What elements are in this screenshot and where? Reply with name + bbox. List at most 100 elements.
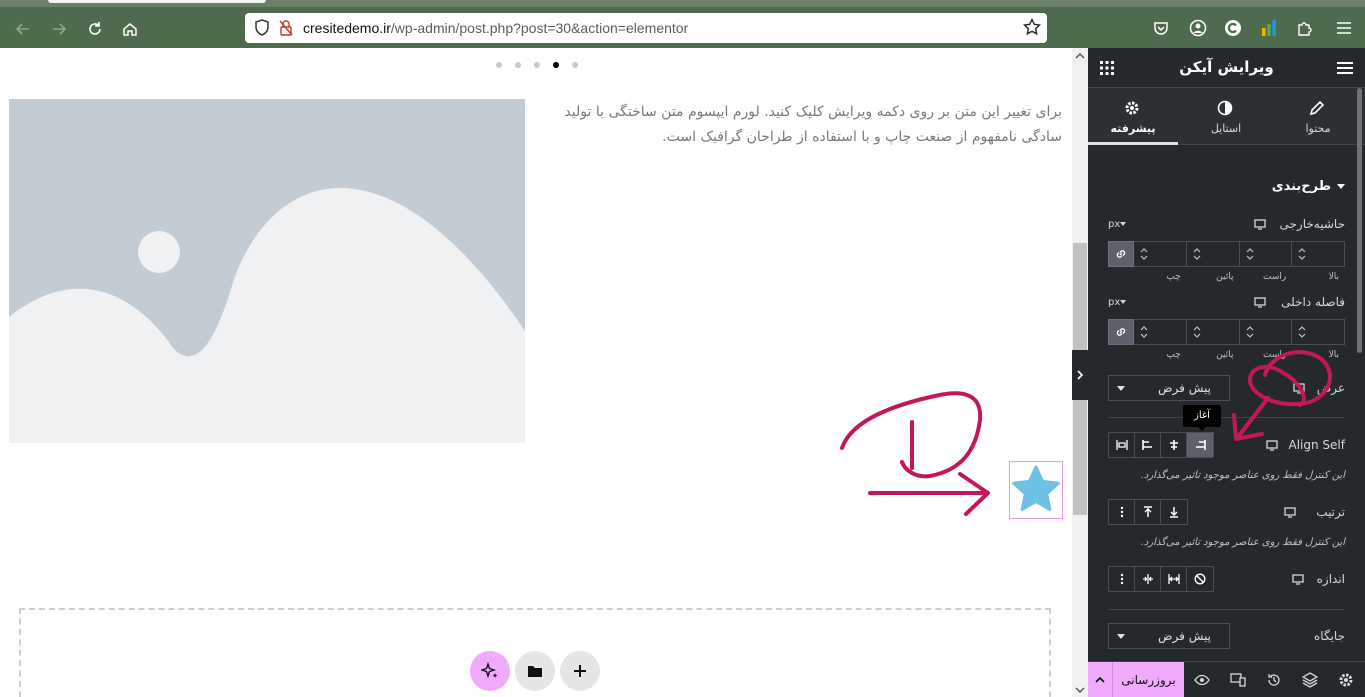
responsive-desktop-icon[interactable] xyxy=(1266,440,1278,451)
panel-scrollbar[interactable] xyxy=(1357,88,1362,353)
address-bar[interactable]: cresitedemo.ir/wp-admin/post.php?post=30… xyxy=(245,13,1047,43)
position-select[interactable]: پیش فرض xyxy=(1108,623,1230,649)
sparkle-icon xyxy=(481,662,498,679)
order-hint: این کنترل فقط روی عناصر موجود تاثیر می‌گ… xyxy=(1140,537,1345,548)
slider-dot-active[interactable] xyxy=(553,62,559,68)
arrow-to-bottom-icon xyxy=(1170,507,1178,518)
panel-header: ویرایش آیکن xyxy=(1088,48,1365,88)
reload-icon[interactable] xyxy=(83,17,107,41)
align-start-button[interactable] xyxy=(1187,433,1213,457)
tab-style[interactable]: استایل xyxy=(1181,88,1271,145)
responsive-desktop-icon[interactable] xyxy=(1284,507,1296,518)
forward-icon[interactable] xyxy=(47,17,71,41)
shield-icon[interactable] xyxy=(254,19,270,41)
width-select-value: پیش فرض xyxy=(1158,381,1211,395)
caret-down-icon xyxy=(1337,184,1345,189)
insecure-lock-icon[interactable] xyxy=(279,19,293,41)
navigator-layers-icon[interactable] xyxy=(1302,672,1318,688)
chevron-up-icon xyxy=(1095,676,1105,683)
template-library-button[interactable] xyxy=(515,651,555,691)
align-self-label: Align Self xyxy=(1288,438,1345,452)
margin-bottom-input[interactable] xyxy=(1186,241,1240,267)
size-shrink-button[interactable] xyxy=(1135,567,1161,591)
account-icon[interactable] xyxy=(1187,17,1209,39)
pocket-icon[interactable] xyxy=(1150,17,1172,39)
margin-top-input[interactable] xyxy=(1292,241,1345,267)
extensions-puzzle-icon[interactable] xyxy=(1294,17,1316,39)
margin-right-input[interactable] xyxy=(1239,241,1293,267)
grow-icon xyxy=(1167,574,1180,584)
update-button[interactable]: بروزرسانی xyxy=(1113,662,1184,697)
width-select[interactable]: پیش فرض xyxy=(1108,375,1230,401)
chevron-down-icon xyxy=(1117,386,1125,391)
stats-extension-icon[interactable] xyxy=(1258,17,1280,39)
home-icon[interactable] xyxy=(118,17,142,41)
responsive-mode-icon[interactable] xyxy=(1230,672,1246,688)
back-icon[interactable] xyxy=(11,17,35,41)
position-select-value: پیش فرض xyxy=(1158,629,1211,643)
ai-sparkle-button[interactable] xyxy=(470,651,510,691)
star-icon-widget[interactable] xyxy=(1009,461,1063,519)
align-stretch-button[interactable] xyxy=(1109,433,1135,457)
slider-dot[interactable] xyxy=(496,62,502,68)
settings-gear-icon[interactable] xyxy=(1338,672,1354,688)
tab-advanced[interactable]: پیشرفته xyxy=(1088,88,1178,145)
bookmark-star-icon[interactable] xyxy=(1022,17,1042,40)
responsive-desktop-icon[interactable] xyxy=(1254,219,1266,230)
caret-down-icon xyxy=(1120,222,1127,226)
elementor-panel: ویرایش آیکن محتوا استایل xyxy=(1088,48,1365,697)
responsive-desktop-icon[interactable] xyxy=(1254,297,1266,308)
padding-right-input[interactable] xyxy=(1239,319,1293,345)
margin-unit-selector[interactable]: px xyxy=(1108,219,1130,230)
preview-eye-icon[interactable] xyxy=(1194,672,1210,688)
layout-section-title: طرح‌بندی xyxy=(1271,179,1331,194)
dim-label-bottom: پائین xyxy=(1216,350,1234,360)
text-editor-paragraph[interactable]: برای تغییر این متن بر روی دکمه ویرایش کل… xyxy=(550,100,1062,150)
app-menu-icon[interactable] xyxy=(1333,17,1355,39)
slider-dot[interactable] xyxy=(515,62,521,68)
order-last-button[interactable] xyxy=(1161,500,1187,524)
tab-style-label: استایل xyxy=(1210,122,1242,135)
order-custom-button[interactable] xyxy=(1109,500,1135,524)
slider-dot[interactable] xyxy=(534,62,540,68)
align-center-button[interactable] xyxy=(1161,433,1187,457)
order-first-button[interactable] xyxy=(1135,500,1161,524)
tab-content[interactable]: محتوا xyxy=(1273,88,1363,145)
add-section-button[interactable] xyxy=(560,651,600,691)
size-custom-button[interactable] xyxy=(1109,567,1135,591)
layout-section-toggle[interactable]: طرح‌بندی xyxy=(1272,179,1345,194)
responsive-desktop-icon[interactable] xyxy=(1292,574,1304,585)
margin-left-input[interactable] xyxy=(1134,241,1187,267)
history-icon[interactable] xyxy=(1266,672,1282,688)
url-text: cresitedemo.ir/wp-admin/post.php?post=30… xyxy=(303,20,689,36)
padding-top-input[interactable] xyxy=(1292,319,1345,345)
margin-unit: px xyxy=(1108,219,1121,230)
link-values-button[interactable] xyxy=(1108,241,1134,267)
padding-left-input[interactable] xyxy=(1134,319,1187,345)
responsive-desktop-icon[interactable] xyxy=(1293,383,1305,394)
size-none-button[interactable] xyxy=(1187,567,1213,591)
size-grow-button[interactable] xyxy=(1161,567,1187,591)
link-values-button[interactable] xyxy=(1108,319,1134,345)
widgets-grid-icon[interactable] xyxy=(1100,60,1114,79)
slider-dot[interactable] xyxy=(572,62,578,68)
order-buttons xyxy=(1108,499,1188,525)
browser-tab[interactable] xyxy=(48,0,266,3)
extension-c-icon[interactable] xyxy=(1222,17,1244,39)
browser-toolbar: cresitedemo.ir/wp-admin/post.php?post=30… xyxy=(0,7,1365,48)
link-icon xyxy=(1116,250,1126,258)
order-label: ترتیب xyxy=(1316,505,1345,519)
editor-canvas[interactable]: برای تغییر این متن بر روی دکمه ویرایش کل… xyxy=(0,48,1072,697)
panel-collapse-button[interactable] xyxy=(1072,350,1088,400)
arrow-to-top-icon xyxy=(1143,506,1152,517)
padding-unit-selector[interactable]: px xyxy=(1108,297,1130,308)
align-end-button[interactable] xyxy=(1135,433,1161,457)
tab-advanced-label: پیشرفته xyxy=(1110,122,1156,135)
placeholder-image[interactable] xyxy=(9,99,525,443)
margin-dimensions xyxy=(1108,241,1345,267)
update-options-button[interactable] xyxy=(1088,662,1113,697)
align-end-icon xyxy=(1141,440,1152,450)
size-label: اندازه xyxy=(1316,572,1345,586)
padding-bottom-input[interactable] xyxy=(1186,319,1240,345)
more-vertical-icon xyxy=(1120,506,1123,518)
